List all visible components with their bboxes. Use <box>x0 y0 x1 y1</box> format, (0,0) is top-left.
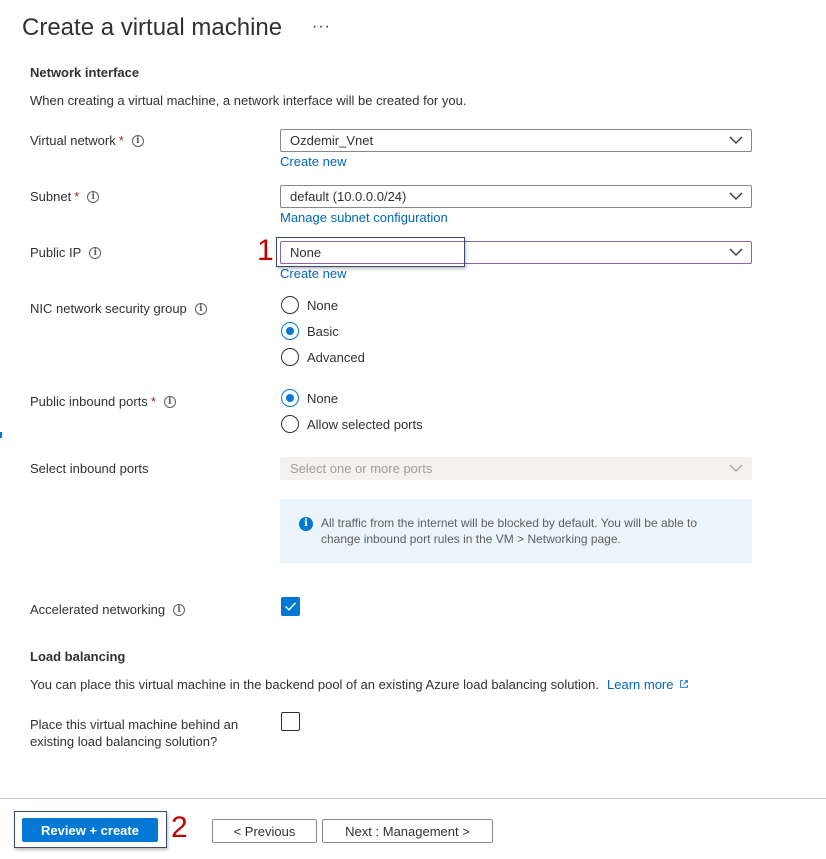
annotation-number-1: 1 <box>257 234 274 267</box>
chevron-down-icon <box>729 136 743 144</box>
radio-button[interactable] <box>281 296 299 314</box>
next-management-button[interactable]: Next : Management > <box>322 819 493 843</box>
annotation-box-2 <box>14 811 167 848</box>
place-behind-lb-label: Place this virtual machine behind an exi… <box>30 716 238 750</box>
load-balancing-description: You can place this virtual machine in th… <box>30 677 600 692</box>
scroll-indicator <box>0 432 2 438</box>
info-icon[interactable]: i <box>163 395 176 408</box>
place-behind-lb-checkbox[interactable] <box>281 712 300 731</box>
manage-subnet-link[interactable]: Manage subnet configuration <box>280 210 448 225</box>
info-icon[interactable]: i <box>89 246 102 259</box>
previous-button[interactable]: < Previous <box>212 819 317 843</box>
public-ip-label-text: Public IP <box>30 245 82 260</box>
place-behind-lb-label-line2: existing load balancing solution? <box>30 734 218 749</box>
subnet-label: Subnet * i <box>30 189 100 204</box>
inbound-info-text: All traffic from the internet will be bl… <box>321 516 697 546</box>
inbound-option-label: None <box>307 390 339 406</box>
nsg-option-label: None <box>307 297 339 313</box>
required-marker: * <box>118 133 124 148</box>
inbound-info-box: i All traffic from the internet will be … <box>280 499 752 563</box>
checkmark-icon <box>285 602 296 611</box>
nsg-option-label: Advanced <box>307 349 365 365</box>
learn-more-link[interactable]: Learn more <box>607 677 689 692</box>
radio-button-selected[interactable] <box>281 322 299 340</box>
public-inbound-ports-label: Public inbound ports * i <box>30 394 176 409</box>
virtual-network-label: Virtual network * i <box>30 133 144 148</box>
more-options-icon[interactable]: ··· <box>312 18 331 36</box>
select-inbound-ports-dropdown: Select one or more ports <box>280 457 752 480</box>
info-icon[interactable]: i <box>131 134 144 147</box>
info-icon[interactable]: i <box>173 603 186 616</box>
required-marker: * <box>74 189 80 204</box>
select-inbound-ports-label-text: Select inbound ports <box>30 461 149 476</box>
chevron-down-icon <box>729 192 743 200</box>
nsg-option-basic[interactable]: Basic <box>281 322 339 340</box>
required-marker: * <box>150 394 156 409</box>
network-interface-heading: Network interface <box>30 65 140 80</box>
nsg-option-none[interactable]: None <box>281 296 338 314</box>
info-filled-icon: i <box>299 517 313 531</box>
chevron-down-icon <box>729 248 743 256</box>
nic-nsg-label: NIC network security group i <box>30 301 207 316</box>
virtual-network-dropdown[interactable]: Ozdemir_Vnet <box>280 129 752 152</box>
info-icon[interactable]: i <box>194 302 207 315</box>
inbound-option-allow-selected[interactable]: Allow selected ports <box>281 415 423 433</box>
radio-button[interactable] <box>281 348 299 366</box>
virtual-network-value: Ozdemir_Vnet <box>290 133 374 148</box>
network-interface-description: When creating a virtual machine, a netwo… <box>30 93 467 108</box>
radio-button[interactable] <box>281 415 299 433</box>
place-behind-lb-label-line1: Place this virtual machine behind an <box>30 717 239 732</box>
subnet-dropdown[interactable]: default (10.0.0.0/24) <box>280 185 752 208</box>
accelerated-networking-label-text: Accelerated networking <box>30 602 166 617</box>
page-title: Create a virtual machine <box>22 14 283 41</box>
footer-divider <box>0 798 826 799</box>
external-link-icon <box>680 680 688 688</box>
subnet-label-text: Subnet <box>30 189 72 204</box>
chevron-down-icon <box>729 464 743 472</box>
virtual-network-label-text: Virtual network <box>30 133 116 148</box>
nsg-option-label: Basic <box>307 323 339 339</box>
accelerated-networking-label: Accelerated networking i <box>30 602 186 617</box>
info-icon[interactable]: i <box>87 190 100 203</box>
nsg-option-advanced[interactable]: Advanced <box>281 348 365 366</box>
load-balancing-heading: Load balancing <box>30 649 126 664</box>
public-ip-label: Public IP i <box>30 245 102 260</box>
annotation-number-2: 2 <box>171 811 188 844</box>
public-inbound-ports-label-text: Public inbound ports <box>30 394 148 409</box>
annotation-box-1 <box>276 237 465 267</box>
create-new-public-ip-link[interactable]: Create new <box>280 266 346 281</box>
inbound-option-none[interactable]: None <box>281 389 338 407</box>
create-new-vnet-link[interactable]: Create new <box>280 154 346 169</box>
select-inbound-ports-placeholder: Select one or more ports <box>290 461 433 476</box>
subnet-value: default (10.0.0.0/24) <box>290 189 407 204</box>
inbound-option-label: Allow selected ports <box>307 416 423 432</box>
nic-nsg-label-text: NIC network security group <box>30 301 187 316</box>
radio-button-selected[interactable] <box>281 389 299 407</box>
learn-more-text: Learn more <box>607 677 674 692</box>
select-inbound-ports-label: Select inbound ports <box>30 461 149 476</box>
accelerated-networking-checkbox[interactable] <box>281 597 300 616</box>
